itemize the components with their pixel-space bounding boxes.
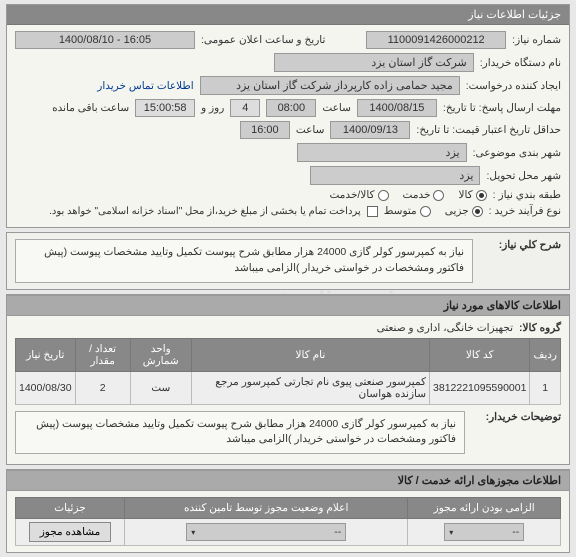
auth-col-details: جزئیات	[16, 498, 125, 519]
buyer-org-field: شرکت گاز استان یزد	[274, 53, 474, 72]
payment-note: پرداخت تمام یا بخشی از مبلغ خرید،از محل …	[49, 206, 361, 217]
col-name: نام کالا	[191, 338, 429, 371]
need-summary-label: شرح کلي نياز:	[481, 239, 561, 251]
need-type-label: طبقه بندي نياز :	[493, 189, 561, 201]
table-row: 1 3812221095590001 کمپرسور صنعتی پیوی نا…	[16, 371, 561, 404]
radio-item-khedmat[interactable]: خدمت	[403, 189, 445, 201]
min-validity-time-field: 16:00	[240, 121, 290, 139]
status-dropdown[interactable]: ▾ --	[186, 523, 346, 541]
goods-info-header: اطلاعات کالاهای مورد نیاز	[7, 295, 569, 316]
chevron-down-icon: ▾	[191, 528, 195, 537]
need-summary-panel: شرح کلي نياز: نیاز به کمپرسور کولر گازی …	[6, 232, 570, 290]
remaining-label: ساعت باقی مانده	[52, 102, 129, 114]
radio-icon	[433, 190, 444, 201]
col-idx: ردیف	[530, 338, 561, 371]
need-summary-text: نیاز به کمپرسور کولر گازی 24000 هزار مطا…	[15, 239, 473, 283]
deadline-time-field: 08:00	[266, 99, 316, 117]
radio-item-both[interactable]: کالا/خدمت	[330, 189, 389, 201]
need-no-field: 1100091426000212	[366, 31, 506, 49]
process-label: نوع فرآیند خرید :	[489, 205, 561, 217]
need-no-label: شماره نیاز:	[512, 34, 561, 46]
delivery-city-label: شهر محل تحویل:	[486, 170, 561, 182]
min-validity-label: حداقل تاریخ اعتبار قیمت: تا تاریخ:	[416, 124, 561, 136]
service-auth-panel: اطلاعات مجوزهای ارائه خدمت / کالا الزامی…	[6, 469, 570, 553]
need-type-radio-group: کالا خدمت کالا/خدمت	[330, 189, 487, 201]
contact-link[interactable]: اطلاعات تماس خریدار	[97, 80, 193, 92]
need-details-panel: جزئیات اطلاعات نیاز شماره نیاز: 11000914…	[6, 4, 570, 228]
buyer-notes-text: نیاز به کمپرسور کولر گازی 24000 هزار مطا…	[15, 411, 465, 455]
buyer-notes-label: توضیحات خریدار:	[471, 411, 561, 423]
requester-label: ایجاد کننده درخواست:	[466, 80, 561, 92]
time-label-1: ساعت	[322, 102, 351, 114]
announce-field: 1400/08/10 - 16:05	[15, 31, 195, 49]
col-date: تاریخ نیاز	[16, 338, 76, 371]
remaining-time-field: 15:00:58	[135, 99, 195, 117]
radio-icon	[476, 190, 487, 201]
chevron-down-icon: ▾	[449, 528, 453, 537]
deadline-date-field: 1400/08/15	[357, 99, 437, 117]
col-code: کد کالا	[430, 338, 530, 371]
col-qty: تعداد / مقدار	[75, 338, 130, 371]
radio-icon	[472, 206, 483, 217]
auth-col-status: اعلام وضعیت مجوز توسط تامین کننده	[125, 498, 408, 519]
auth-table: الزامی بودن ارائه مجوز اعلام وضعیت مجوز …	[15, 497, 561, 546]
deadline-label: مهلت ارسال پاسخ: تا تاریخ:	[443, 102, 561, 114]
radio-item-jozi[interactable]: جزیی	[445, 205, 483, 217]
radio-item-kala[interactable]: کالا	[458, 189, 486, 201]
goods-info-panel: اطلاعات کالاهای مورد نیاز گروه کالا: تجه…	[6, 294, 570, 466]
view-auth-button[interactable]: مشاهده مجوز	[29, 522, 112, 542]
day-label: روز و	[201, 102, 224, 114]
radio-item-motevaset[interactable]: متوسط	[384, 205, 431, 217]
auth-row: ▾ -- ▾ -- مشاهده مجوز	[16, 519, 561, 546]
radio-icon	[420, 206, 431, 217]
col-unit: واحد شمارش	[130, 338, 191, 371]
goods-group-value: تجهیزات خانگی، اداری و صنعتی	[377, 322, 513, 334]
announce-label: تاریخ و ساعت اعلان عمومی:	[201, 34, 325, 46]
buyer-org-label: نام دستگاه خریدار:	[480, 57, 561, 69]
goods-group-label: گروه کالا:	[519, 322, 561, 334]
mandatory-dropdown[interactable]: ▾ --	[444, 523, 524, 541]
process-radio-group: جزیی متوسط	[384, 205, 483, 217]
radio-icon	[378, 190, 389, 201]
time-label-2: ساعت	[296, 124, 325, 136]
delivery-city-field: یزد	[310, 166, 480, 185]
requester-field: مجید حمامی زاده کارپرداز شرکت گاز استان …	[200, 76, 460, 95]
goods-table: ردیف کد کالا نام کالا واحد شمارش تعداد /…	[15, 338, 561, 405]
subject-city-label: شهر بندی موضوعی:	[473, 147, 561, 159]
days-remaining-field: 4	[230, 99, 260, 117]
panel-title: جزئیات اطلاعات نیاز	[7, 5, 569, 25]
service-auth-header: اطلاعات مجوزهای ارائه خدمت / کالا	[7, 470, 569, 491]
auth-col-mandatory: الزامی بودن ارائه مجوز	[408, 498, 561, 519]
subject-city-field: یزد	[297, 143, 467, 162]
min-validity-date-field: 1400/09/13	[330, 121, 410, 139]
payment-checkbox[interactable]	[367, 206, 378, 217]
